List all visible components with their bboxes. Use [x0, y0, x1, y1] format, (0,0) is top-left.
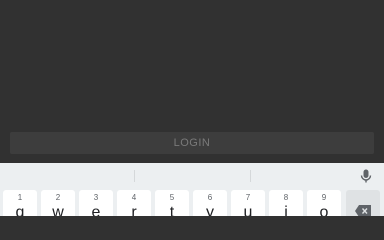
key-hint: 2	[55, 193, 61, 202]
key-hint: 1	[17, 193, 23, 202]
backspace-icon	[355, 205, 371, 216]
on-screen-keyboard: 1 q 2 w 3 e 4 r 5 t 6 y 7 u 8 i 9 o	[0, 163, 384, 216]
key-letter: q	[15, 204, 25, 216]
key-hint: 4	[131, 193, 137, 202]
key-hint: 8	[283, 193, 289, 202]
keyboard-row-top: 1 q 2 w 3 e 4 r 5 t 6 y 7 u 8 i 9 o	[0, 190, 384, 216]
key-letter: r	[131, 204, 137, 216]
login-button[interactable]: LOGIN	[10, 132, 374, 154]
suggestion-strip	[0, 163, 384, 188]
key-hint: 6	[207, 193, 213, 202]
key-w[interactable]: 2 w	[41, 190, 75, 216]
key-letter: t	[169, 204, 175, 216]
key-r[interactable]: 4 r	[117, 190, 151, 216]
key-hint: 3	[93, 193, 99, 202]
backspace-key[interactable]	[346, 190, 380, 216]
key-o[interactable]: 9 o	[307, 190, 341, 216]
key-letter: e	[91, 204, 101, 216]
key-hint: 7	[245, 193, 251, 202]
key-i[interactable]: 8 i	[269, 190, 303, 216]
app-content-area: LOGIN	[0, 0, 384, 163]
key-letter: w	[52, 204, 64, 216]
key-letter: y	[206, 204, 214, 216]
mic-icon[interactable]	[358, 168, 374, 184]
key-e[interactable]: 3 e	[79, 190, 113, 216]
suggestion-divider	[134, 170, 135, 182]
key-letter: i	[284, 204, 288, 216]
key-hint: 5	[169, 193, 175, 202]
key-hint: 9	[321, 193, 327, 202]
key-letter: u	[243, 204, 253, 216]
key-q[interactable]: 1 q	[3, 190, 37, 216]
key-letter: o	[319, 204, 329, 216]
key-y[interactable]: 6 y	[193, 190, 227, 216]
key-t[interactable]: 5 t	[155, 190, 189, 216]
key-u[interactable]: 7 u	[231, 190, 265, 216]
suggestion-divider	[250, 170, 251, 182]
